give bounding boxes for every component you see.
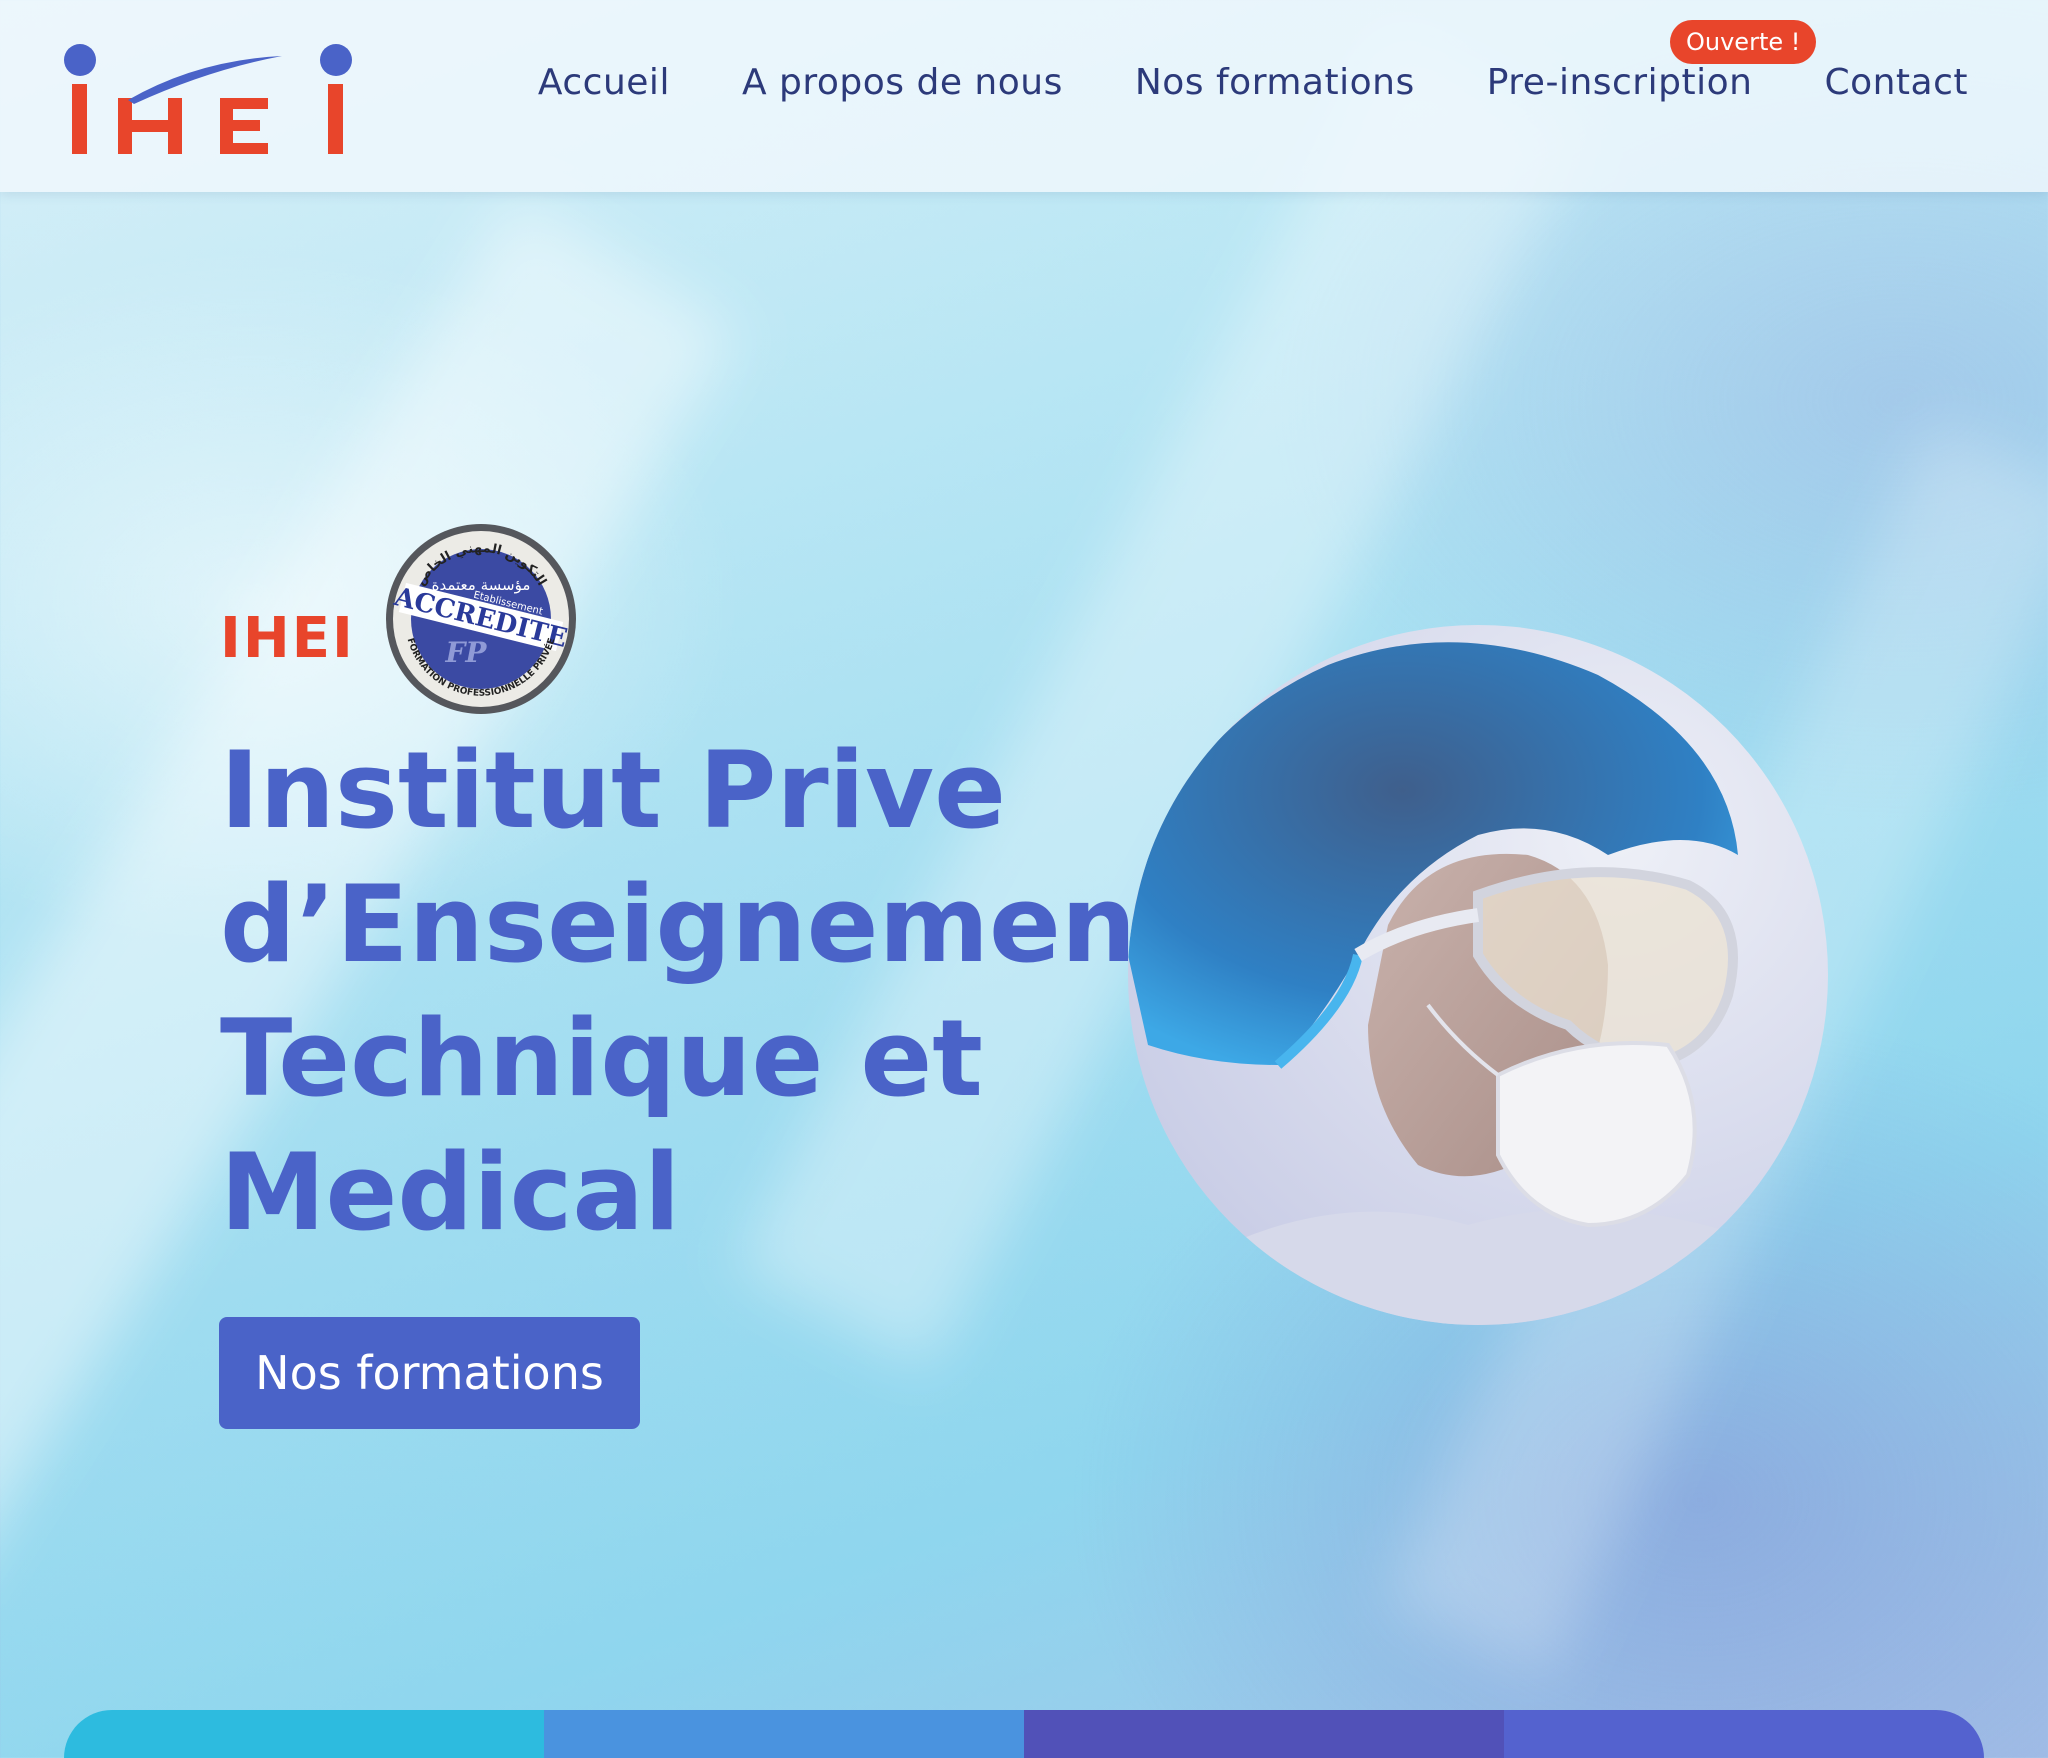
feature-card-3 (1024, 1710, 1504, 1758)
hero-title-line-4: Medical (220, 1131, 681, 1254)
seal-mark: FP (445, 636, 488, 669)
pre-inscription-open-badge: Ouverte ! (1670, 20, 1817, 64)
site-header: Accueil A propos de nous Nos formations … (0, 0, 2048, 192)
nav-accueil[interactable]: Accueil (538, 62, 670, 103)
features-strip (64, 1710, 1984, 1758)
feature-card-4 (1504, 1710, 1984, 1758)
hero-title-line-2: d’Enseignement (220, 863, 1188, 986)
main-nav: Accueil A propos de nous Nos formations … (538, 62, 1968, 103)
nos-formations-button[interactable]: Nos formations (219, 1317, 640, 1429)
hero-title-line-3: Technique et (220, 997, 983, 1120)
feature-card-2 (544, 1710, 1024, 1758)
medical-worker-photo (1128, 625, 1828, 1325)
feature-card-1 (64, 1710, 544, 1758)
nav-nos-formations[interactable]: Nos formations (1135, 62, 1415, 103)
nav-pre-inscription[interactable]: Pre-inscription (1487, 62, 1753, 103)
nav-contact[interactable]: Contact (1824, 62, 1968, 103)
site-logo[interactable] (58, 40, 358, 160)
accredited-seal-icon: التكوين المهني الخاص مؤسسة معتمدة ACCRED… (384, 522, 578, 716)
hero-title-line-1: Institut Prive (220, 729, 1006, 852)
nav-a-propos[interactable]: A propos de nous (742, 62, 1063, 103)
hero-brand: IHEI (220, 606, 355, 671)
hero-title: Institut Prive d’Enseignement Technique … (220, 724, 1188, 1260)
